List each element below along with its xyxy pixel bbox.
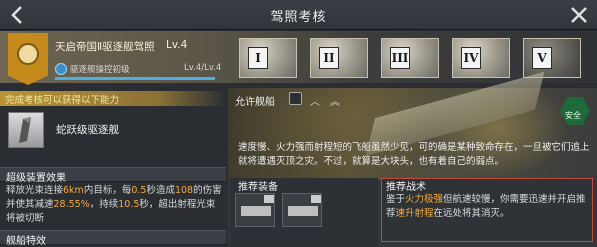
tier-numeral: II xyxy=(319,47,339,69)
effects-title: 超级装置效果 xyxy=(6,173,66,184)
ship-description: 速度慢、火力强而射程短的飞船虽然少见，可的确是某种致命存在，一旦被它们追上就将遭… xyxy=(238,142,590,167)
license-badge-icon xyxy=(8,33,48,85)
license-name: 天启帝国Ⅱ驱逐舰驾照 xyxy=(55,41,155,53)
ship-icon xyxy=(19,117,31,143)
progress-bar xyxy=(55,77,215,80)
tier-3-button[interactable]: III xyxy=(381,38,439,78)
chevron-left-icon[interactable] xyxy=(6,3,30,27)
tier-4-button[interactable]: IV xyxy=(452,38,510,78)
grade-tag xyxy=(311,195,321,203)
safe-label: 安全 xyxy=(565,111,581,120)
license-level: Lv.4 xyxy=(166,39,188,51)
recommended-equipment-title: 推荐装备 xyxy=(238,182,278,193)
progress-value: Lv.4/Lv.4 xyxy=(184,63,222,73)
equipment-slot[interactable] xyxy=(235,193,275,227)
weapon-icon xyxy=(241,206,271,216)
close-icon[interactable] xyxy=(567,3,591,27)
tactics-description: 鉴于火力极强但航速较慢，你需要迅速并开启推荐速升射程在远处将其消灭。 xyxy=(386,194,586,219)
tier-numeral: I xyxy=(248,47,268,69)
tier-numeral: III xyxy=(390,47,410,69)
title-bar: 驾照考核 xyxy=(0,0,597,30)
chevron-up-icon[interactable]: ︿ xyxy=(310,93,320,108)
requirements-text: 完成考核可以获得以下能力 xyxy=(5,95,120,106)
effect-description: 释放光束连接6km内目标，每0.5秒造成108的伤害并使其减速28.55%，持续… xyxy=(6,185,222,224)
tier-numeral: IV xyxy=(461,47,481,69)
recommended-tactics-title: 推荐战术 xyxy=(386,182,426,193)
equipment-slot[interactable] xyxy=(282,193,322,227)
grade-tag xyxy=(264,195,274,203)
weapon-icon xyxy=(288,206,318,216)
window-title: 驾照考核 xyxy=(270,10,327,25)
allowed-ships-label: 允许舰船 xyxy=(235,97,275,108)
progress-label: 驱逐舰操控初级 xyxy=(70,65,130,75)
effects-section-header: 超级装置效果 xyxy=(0,167,226,184)
skill-icon xyxy=(55,63,67,75)
tier-1-button[interactable]: I xyxy=(239,38,297,78)
ship-thumbnail[interactable] xyxy=(8,112,44,148)
tier-5-button[interactable]: V xyxy=(523,38,581,78)
ship-traits-section-header: 舰船特效 xyxy=(0,230,226,247)
chevron-double-icon[interactable]: ︽ xyxy=(330,93,340,108)
requirements-banner: 完成考核可以获得以下能力 xyxy=(0,91,226,106)
ship-traits-title: 舰船特效 xyxy=(6,236,46,247)
progress-fill xyxy=(55,77,215,80)
ship-name: 蛇跃级驱逐舰 xyxy=(56,124,119,136)
tier-2-button[interactable]: II xyxy=(310,38,368,78)
tier-numeral: V xyxy=(532,47,552,69)
ship-class-icon xyxy=(289,92,302,105)
